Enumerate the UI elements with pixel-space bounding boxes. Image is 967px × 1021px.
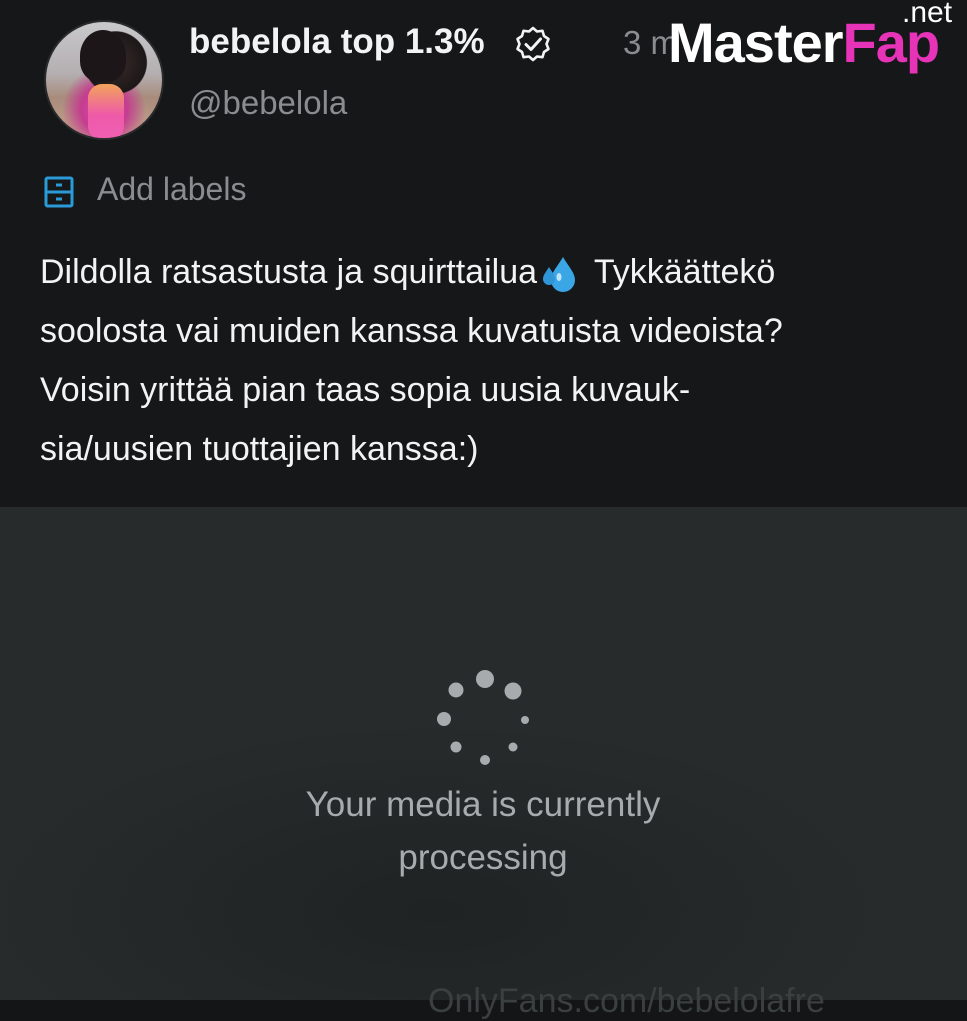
watermark-logo: MasterFap [668, 10, 940, 75]
footer-url: OnlyFans.com/bebelolafre [428, 982, 825, 1020]
sweat-droplets-icon [543, 257, 576, 293]
post-text: Dildolla ratsastusta ja squirttailua Tyk… [40, 243, 940, 479]
avatar[interactable] [44, 20, 164, 140]
processing-line-2: processing [398, 838, 568, 877]
avatar-hair [80, 30, 126, 82]
post-text-line-2: soolosta vai muiden kanssa kuvatuista vi… [40, 312, 783, 350]
post-text-line-3: Voisin yrittää pian taas sopia uusia kuv… [40, 371, 691, 409]
loading-spinner-icon [437, 670, 529, 765]
avatar-outfit [88, 84, 124, 138]
watermark-suffix: .net [902, 0, 953, 29]
masterfap-watermark: MasterFap .net [662, 0, 967, 82]
watermark-main: Master [668, 11, 844, 74]
media-processing-message: Your media is currently processing [233, 778, 733, 884]
post-text-line-1-end: Tykkäättekö [585, 253, 776, 291]
post-text-line-4: sia/uusien tuottajien kanssa:) [40, 430, 479, 468]
verified-badge-icon [516, 26, 550, 62]
user-handle[interactable]: @bebelola [189, 84, 347, 122]
processing-line-1: Your media is currently [305, 785, 661, 824]
add-labels-link[interactable]: Add labels [97, 171, 246, 208]
post-text-line-1: Dildolla ratsastusta ja squirttailua Tyk… [40, 243, 940, 302]
post-text-line-1-start: Dildolla ratsastusta ja squirttailua [40, 253, 538, 291]
display-name[interactable]: bebelola top 1.3% [189, 22, 485, 62]
labels-icon[interactable] [43, 176, 75, 208]
